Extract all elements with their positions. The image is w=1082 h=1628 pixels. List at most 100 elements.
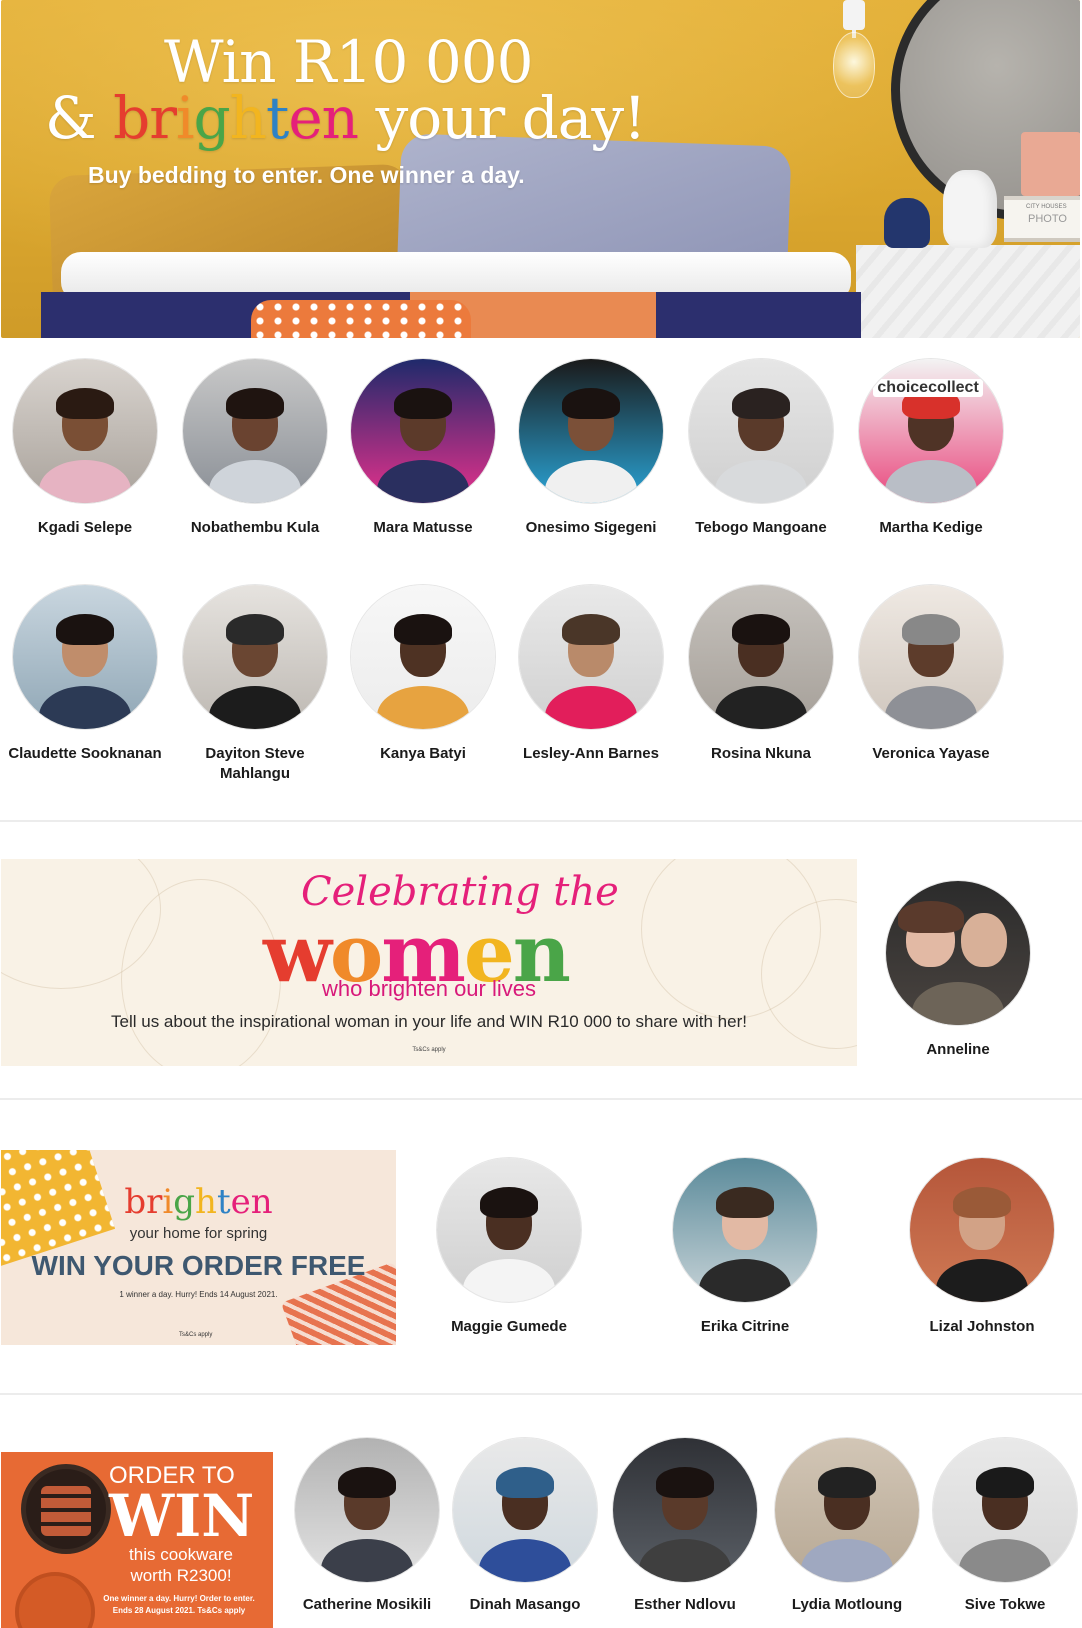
winner-avatar — [350, 358, 496, 504]
letter: t — [216, 1182, 231, 1222]
letter: t — [266, 84, 289, 152]
winner-card[interactable]: Onesimo Sigegeni — [506, 358, 676, 538]
avatar-hair — [732, 613, 790, 646]
spring-brighten-word: brighten — [1, 1182, 396, 1222]
winner-card[interactable]: Esther Ndlovu — [600, 1437, 770, 1615]
hero-title-rest: your day! — [358, 84, 646, 152]
women-terms[interactable]: Ts&Cs apply — [1, 1047, 857, 1053]
winner-card[interactable]: Nobathembu Kula — [170, 358, 340, 538]
letter: h — [195, 1182, 217, 1222]
winner-card[interactable]: Veronica Yayase — [846, 584, 1016, 764]
cookware-food-image — [41, 1486, 91, 1536]
winner-card[interactable]: choicecollect Martha Kedige — [846, 358, 1016, 538]
winner-card[interactable]: Anneline — [873, 880, 1043, 1060]
avatar-hair — [226, 613, 284, 646]
winner-avatar — [858, 584, 1004, 730]
winner-card[interactable]: Claudette Sooknanan — [0, 584, 170, 764]
avatar-hair — [656, 1466, 714, 1499]
avatar-hair — [716, 1186, 774, 1219]
winner-name: Maggie Gumede — [451, 1318, 567, 1335]
white-vase-image — [943, 170, 997, 248]
plant-pot-image — [1021, 132, 1080, 196]
hero-brighten-word: brighten — [113, 84, 359, 152]
winner-avatar — [350, 584, 496, 730]
winner-avatar — [672, 1157, 818, 1303]
letter: r — [149, 84, 177, 152]
avatar-hair — [56, 613, 114, 646]
winner-card[interactable]: Dinah Masango — [440, 1437, 610, 1615]
cookware-small-print-2: Ends 28 August 2021. Ts&Cs apply — [112, 1606, 246, 1615]
women-promo-banner[interactable]: Celebrating the women who brighten our l… — [1, 859, 857, 1066]
letter: i — [175, 84, 195, 152]
winner-name: Lesley-Ann Barnes — [523, 745, 659, 762]
letter: e — [288, 84, 322, 152]
winner-avatar — [774, 1437, 920, 1583]
winner-avatar — [182, 584, 328, 730]
winner-name: Sive Tokwe — [964, 1596, 1046, 1613]
winner-name: Erika Citrine — [700, 1318, 790, 1335]
avatar-hair — [496, 1466, 554, 1499]
marble-dresser-image — [856, 245, 1080, 338]
bulb-cap — [843, 0, 865, 30]
cookware-worth-text: worth R2300! — [130, 1566, 232, 1585]
winner-card[interactable]: Tebogo Mangoane — [676, 358, 846, 538]
letter: n — [250, 1182, 273, 1222]
women-cta-text: Tell us about the inspirational woman in… — [111, 1012, 747, 1031]
winner-card[interactable]: Lesley-Ann Barnes — [506, 584, 676, 764]
winner-card[interactable]: Dayiton Steve Mahlangu — [170, 584, 340, 784]
winner-avatar — [909, 1157, 1055, 1303]
section-divider — [0, 1098, 1082, 1100]
avatar-hair — [338, 1466, 396, 1499]
avatar-hair — [897, 901, 964, 933]
cookware-this-text: this cookware — [129, 1545, 233, 1564]
spring-subheading: your home for spring — [129, 1225, 268, 1242]
letter: g — [173, 1182, 196, 1222]
cookware-small-print-1: One winner a day. Hurry! Order to enter. — [103, 1594, 255, 1603]
avatar-hair — [480, 1186, 538, 1219]
winner-card[interactable]: Lydia Motloung — [762, 1437, 932, 1615]
winner-card[interactable]: Catherine Mosikili — [282, 1437, 452, 1615]
patterned-cushion-image — [251, 300, 471, 338]
letter: n — [321, 84, 359, 152]
spring-promo-banner[interactable]: brighten your home for spring WIN YOUR O… — [1, 1150, 396, 1345]
store-sign: choicecollect — [873, 379, 983, 398]
winner-card[interactable]: Erika Citrine — [660, 1157, 830, 1337]
avatar-hair — [732, 387, 790, 420]
avatar-face — [960, 912, 1007, 968]
hero-banner[interactable]: CITY HOUSES PHOTO Win R10 000 & brighten… — [1, 0, 1080, 338]
winner-name: Dayiton Steve Mahlangu — [205, 745, 305, 782]
avatar-hair — [394, 387, 452, 420]
spring-terms[interactable]: Ts&Cs apply — [179, 1332, 212, 1338]
avatar-hair — [902, 613, 960, 646]
winner-avatar — [436, 1157, 582, 1303]
cookware-win-heading: WIN — [109, 1482, 255, 1550]
winner-avatar — [182, 358, 328, 504]
winner-avatar — [12, 358, 158, 504]
winner-card[interactable]: Mara Matusse — [338, 358, 508, 538]
winner-avatar — [612, 1437, 758, 1583]
cookware-promo-banner[interactable]: ORDER TO WIN this cookware worth R2300! … — [1, 1452, 273, 1628]
avatar-hair — [818, 1466, 876, 1499]
winner-avatar — [294, 1437, 440, 1583]
hero-subtitle: Buy bedding to enter. One winner a day. — [88, 162, 525, 188]
flourish-decoration — [121, 879, 281, 1066]
winner-name: Onesimo Sigegeni — [525, 519, 657, 536]
winner-name: Nobathembu Kula — [190, 519, 320, 536]
winner-card[interactable]: Kanya Batyi — [338, 584, 508, 764]
winner-name: Esther Ndlovu — [634, 1596, 736, 1613]
women-subheading: who brighten our lives — [321, 976, 536, 1001]
winner-card[interactable]: Rosina Nkuna — [676, 584, 846, 764]
spring-headline: WIN YOUR ORDER FREE — [31, 1250, 366, 1281]
winner-card[interactable]: Maggie Gumede — [424, 1157, 594, 1337]
cookware-lid-image — [15, 1572, 95, 1628]
winner-name: Kanya Batyi — [380, 745, 466, 762]
book-label-1: CITY HOUSES — [1026, 204, 1067, 210]
winner-card[interactable]: Kgadi Selepe — [0, 358, 170, 538]
winner-avatar — [518, 584, 664, 730]
winner-name: Claudette Sooknanan — [8, 745, 162, 762]
letter: e — [230, 1182, 251, 1222]
winner-card[interactable]: Sive Tokwe — [920, 1437, 1082, 1615]
winner-card[interactable]: Lizal Johnston — [897, 1157, 1067, 1337]
winner-avatar — [452, 1437, 598, 1583]
winner-name: Anneline — [926, 1041, 990, 1058]
